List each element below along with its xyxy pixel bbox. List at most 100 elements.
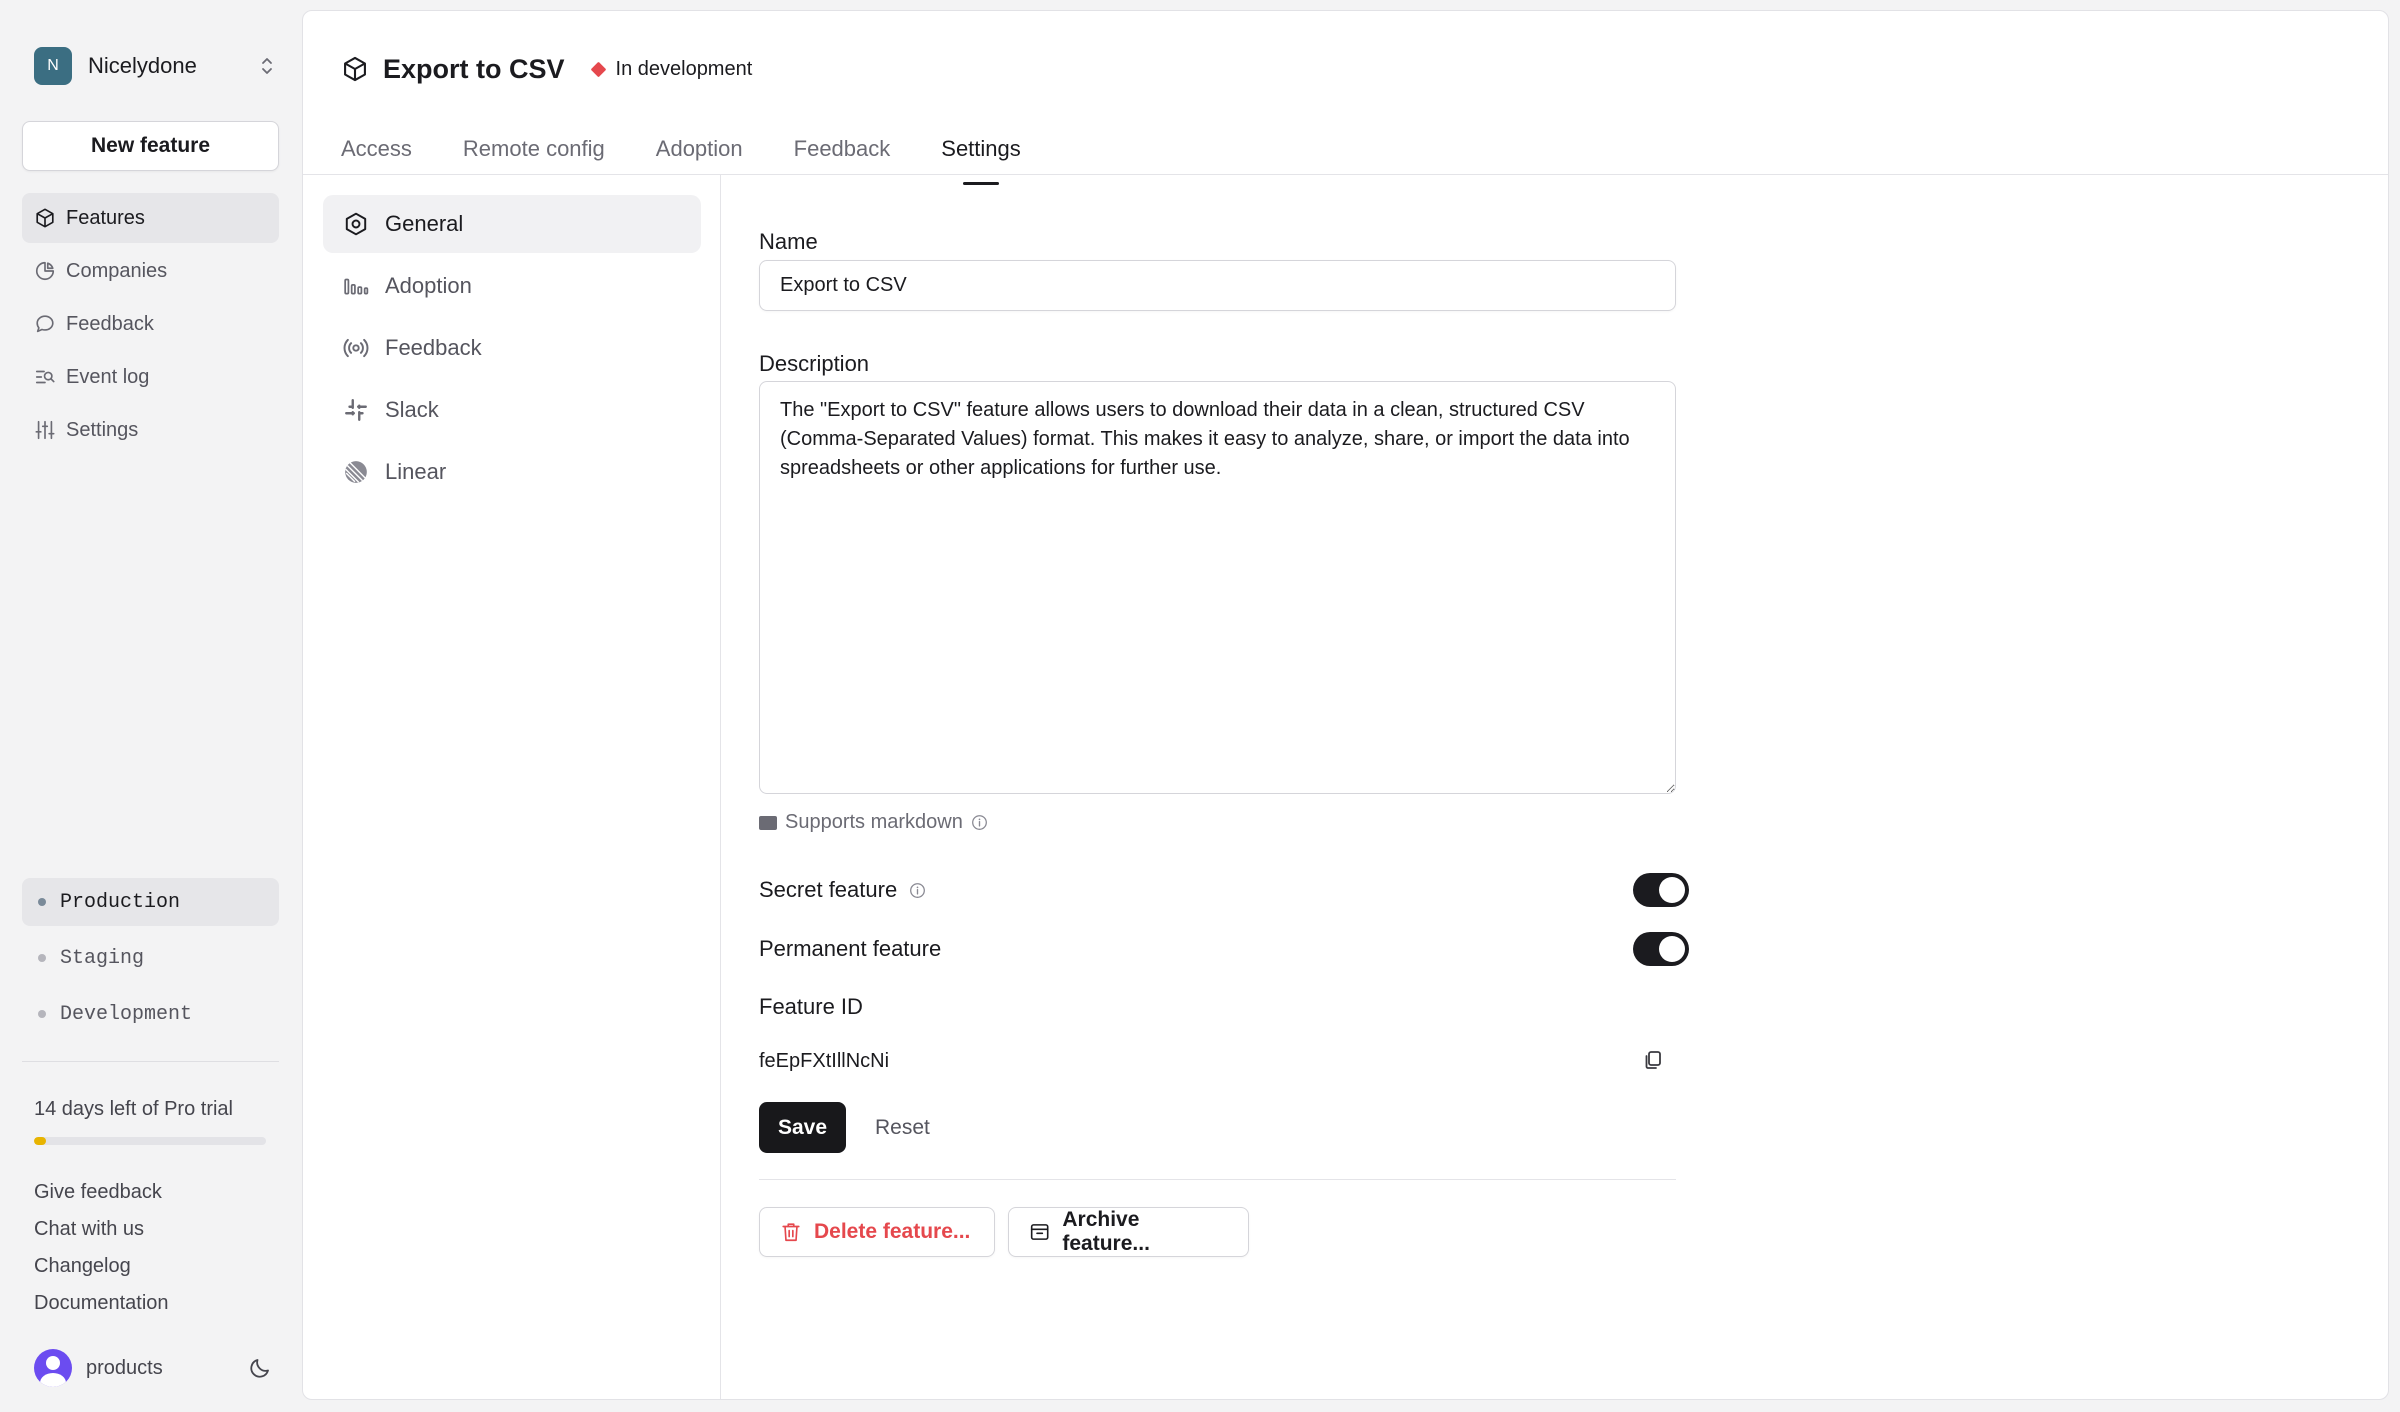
subnav-label: Linear (385, 459, 447, 484)
adoption-bars-icon (344, 278, 369, 295)
linear-icon (345, 461, 367, 483)
name-field[interactable] (759, 260, 1676, 311)
settings-subnav: General Adoption Feedback Slack Linear (323, 195, 701, 505)
save-button[interactable]: Save (759, 1102, 846, 1153)
status-label: In development (615, 57, 753, 80)
sidebar: N Nicelydone New feature Features Compan… (0, 0, 300, 1412)
subnav-item-general[interactable]: General (323, 195, 701, 253)
env-status-dot (38, 954, 46, 962)
moon-icon[interactable] (248, 1356, 272, 1380)
secret-feature-toggle[interactable] (1633, 873, 1689, 907)
sidebar-item-label: Features (66, 206, 145, 229)
reset-button[interactable]: Reset (869, 1102, 936, 1153)
page-header: Export to CSV In development (341, 49, 752, 89)
name-label: Name (759, 229, 818, 254)
subnav-item-adoption[interactable]: Adoption (323, 257, 701, 315)
sidebar-item-label: Settings (66, 418, 139, 441)
help-links: Give feedback Chat with us Changelog Doc… (34, 1178, 169, 1326)
cube-icon (36, 208, 54, 228)
tabs-divider (303, 174, 2388, 175)
environment-list: Production Staging Development (22, 878, 279, 1046)
feedback-broadcast-icon (343, 338, 369, 358)
new-feature-button[interactable]: New feature (22, 121, 279, 171)
delete-feature-button[interactable]: Delete feature... (759, 1207, 995, 1257)
tab-adoption[interactable]: Adoption (656, 123, 743, 185)
subnav-item-slack[interactable]: Slack (323, 381, 701, 439)
sidebar-item-label: Companies (66, 259, 168, 282)
give-feedback-link[interactable]: Give feedback (34, 1178, 169, 1215)
chat-bubble-icon (36, 315, 54, 333)
trial-status: 14 days left of Pro trial (34, 1098, 233, 1120)
env-item-production[interactable]: Production (22, 878, 279, 926)
env-item-staging[interactable]: Staging (22, 934, 279, 982)
permanent-feature-toggle[interactable] (1633, 932, 1689, 966)
pie-chart-icon (35, 261, 55, 281)
env-label: Production (60, 890, 181, 914)
archive-icon (1030, 1224, 1049, 1240)
sidebar-item-settings[interactable]: Settings (22, 405, 279, 455)
secret-feature-label-wrap: Secret feature (759, 877, 926, 903)
sidebar-item-feedback[interactable]: Feedback (22, 299, 279, 349)
page-title: Export to CSV (383, 53, 565, 84)
info-icon[interactable] (909, 882, 926, 899)
subnav-label: Slack (385, 397, 439, 422)
subnav-label: Feedback (385, 335, 482, 360)
info-icon[interactable] (971, 814, 988, 831)
env-label: Development (60, 1002, 193, 1026)
secret-feature-label: Secret feature (759, 877, 898, 902)
form-divider (759, 1179, 1676, 1180)
workspace-switcher[interactable]: N Nicelydone (34, 46, 274, 86)
sidebar-divider (22, 1061, 279, 1062)
main-panel: Export to CSV In development Access Remo… (302, 10, 2389, 1400)
subnav-item-linear[interactable]: Linear (323, 443, 701, 501)
archive-feature-label: Archive feature... (1062, 1208, 1150, 1255)
trial-progress-fill (34, 1137, 46, 1145)
trash-icon (782, 1223, 800, 1242)
tab-feedback[interactable]: Feedback (794, 123, 891, 185)
secret-feature-row: Secret feature (759, 870, 1689, 910)
sliders-icon (35, 420, 55, 440)
workspace-avatar: N (34, 47, 72, 85)
description-field[interactable] (759, 381, 1676, 794)
changelog-link[interactable]: Changelog (34, 1252, 169, 1289)
markdown-icon (759, 815, 777, 830)
settings-divider (720, 175, 721, 1399)
sidebar-item-features[interactable]: Features (22, 193, 279, 243)
settings-hexagon-icon (345, 212, 367, 236)
env-status-dot (38, 1010, 46, 1018)
sidebar-item-companies[interactable]: Companies (22, 246, 279, 296)
status-diamond-icon (590, 61, 606, 77)
copy-icon[interactable] (1642, 1049, 1664, 1071)
trial-progress-bar (34, 1137, 266, 1145)
archive-feature-button[interactable]: Archive feature... (1008, 1207, 1249, 1257)
slack-icon (345, 399, 367, 421)
status-badge: In development (590, 57, 753, 81)
avatar (34, 1349, 72, 1387)
delete-feature-label: Delete feature... (814, 1220, 971, 1243)
user-menu[interactable]: products (34, 1349, 163, 1387)
sidebar-item-label: Feedback (66, 312, 154, 335)
sidebar-nav: Features Companies Feedback Event log Se… (22, 193, 279, 458)
env-status-dot (38, 898, 46, 906)
sidebar-item-label: Event log (66, 365, 150, 388)
tab-settings[interactable]: Settings (941, 123, 1021, 185)
cube-icon (344, 56, 366, 82)
event-log-icon (35, 370, 55, 384)
tab-access[interactable]: Access (341, 123, 412, 185)
documentation-link[interactable]: Documentation (34, 1289, 169, 1326)
feature-id-value: feEpFXtIllNcNi (759, 1050, 890, 1072)
workspace-name: Nicelydone (88, 53, 197, 78)
feature-tabs: Access Remote config Adoption Feedback S… (341, 123, 1072, 187)
toggle-knob (1659, 877, 1685, 903)
tab-remote-config[interactable]: Remote config (463, 123, 605, 185)
toggle-knob (1659, 936, 1685, 962)
env-label: Staging (60, 946, 145, 970)
chevron-up-down-icon (262, 58, 272, 74)
sidebar-item-event-log[interactable]: Event log (22, 352, 279, 402)
chat-with-us-link[interactable]: Chat with us (34, 1215, 169, 1252)
subnav-item-feedback[interactable]: Feedback (323, 319, 701, 377)
subnav-label: General (385, 211, 464, 236)
env-item-development[interactable]: Development (22, 990, 279, 1038)
description-label: Description (759, 351, 870, 376)
markdown-hint-label: Supports markdown (785, 811, 963, 833)
